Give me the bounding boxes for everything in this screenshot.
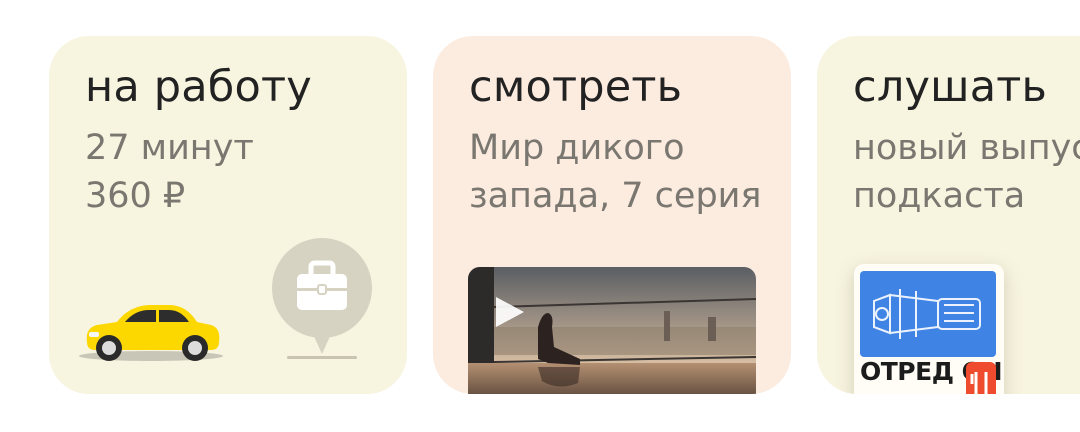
- briefcase-pin-icon: [272, 238, 372, 359]
- rocket-sketch-icon: [873, 289, 981, 339]
- card-subtitle: новый выпуск подкаста: [853, 124, 1080, 220]
- card-subtitle: 27 минут 360 ₽: [85, 124, 254, 220]
- card-subtitle: Мир дикого запада, 7 серия: [469, 124, 761, 220]
- card-commute[interactable]: на работу 27 минут 360 ₽: [49, 36, 407, 394]
- podcast-artwork: [860, 271, 996, 357]
- card-title: слушать: [853, 62, 1048, 112]
- trip-duration: 27 минут: [85, 128, 254, 168]
- episode-label: новый выпуск: [853, 128, 1080, 168]
- card-title: на работу: [85, 62, 312, 112]
- card-watch[interactable]: смотреть Мир дикого запада, 7 серия: [433, 36, 791, 394]
- episode-info: запада, 7 серия: [469, 176, 762, 216]
- taxi-car-icon: [79, 305, 223, 361]
- card-title: смотреть: [469, 62, 683, 112]
- podcast-logo-mark: [966, 362, 996, 394]
- card-listen[interactable]: слушать новый выпуск подкаста: [817, 36, 1080, 394]
- video-thumbnail[interactable]: [468, 267, 756, 394]
- podcast-cover[interactable]: ОТРЕД ОЧЕНЬ: [854, 264, 1004, 394]
- play-icon[interactable]: [492, 293, 528, 331]
- trip-price: 360 ₽: [85, 176, 186, 216]
- episode-kind: подкаста: [853, 176, 1026, 216]
- suggestion-carousel[interactable]: на работу 27 минут 360 ₽ смотреть Мир ди…: [0, 0, 1080, 432]
- show-title: Мир дикого: [469, 128, 685, 168]
